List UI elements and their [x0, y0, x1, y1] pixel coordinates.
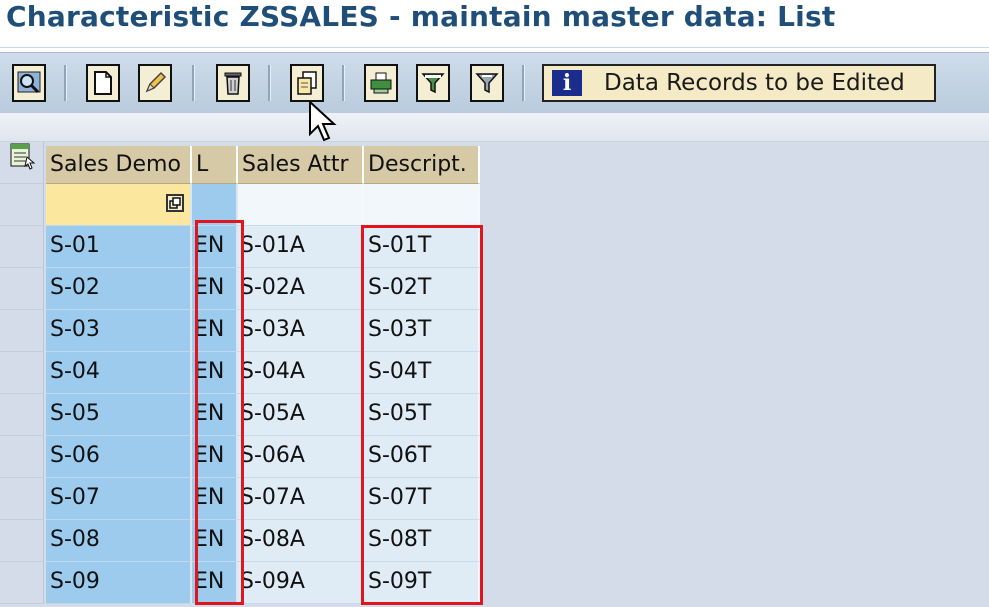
description-cell[interactable]: S-09T: [364, 562, 480, 604]
sales-demo-input[interactable]: [46, 184, 192, 226]
sales-attr-cell[interactable]: S-02A: [238, 268, 364, 310]
value-help-icon[interactable]: [166, 194, 184, 212]
info-icon: i: [552, 70, 582, 96]
language-cell[interactable]: EN: [192, 436, 238, 478]
language-cell[interactable]: EN: [192, 520, 238, 562]
toolbar-separator: [342, 65, 345, 101]
language-cell[interactable]: EN: [192, 310, 238, 352]
sales-attr-cell[interactable]: S-03A: [238, 310, 364, 352]
delete-button[interactable]: [216, 64, 250, 102]
row-selector[interactable]: [0, 436, 44, 478]
sales-demo-cell[interactable]: S-01: [46, 226, 192, 268]
description-cell[interactable]: S-05T: [364, 394, 480, 436]
description-cell[interactable]: S-01T: [364, 226, 480, 268]
row-selector[interactable]: [0, 310, 44, 352]
language-cell[interactable]: EN: [192, 394, 238, 436]
row-selector[interactable]: [0, 184, 44, 226]
search-button[interactable]: [12, 64, 46, 102]
title-divider: [0, 41, 989, 48]
copy-icon: [294, 70, 320, 96]
master-data-table: Sales Demo L Sales Attr Descript. S-01 EN…: [0, 142, 989, 607]
set-filter-button[interactable]: [470, 64, 504, 102]
set-filter-icon: [474, 70, 500, 96]
description-input[interactable]: [364, 184, 480, 226]
column-header-language[interactable]: L: [192, 146, 238, 184]
description-cell[interactable]: S-03T: [364, 310, 480, 352]
filter-icon: [420, 70, 446, 96]
data-records-label: Data Records to be Edited: [604, 70, 905, 96]
sales-demo-cell[interactable]: S-04: [46, 352, 192, 394]
row-selector[interactable]: [0, 562, 44, 604]
sales-demo-cell[interactable]: S-06: [46, 436, 192, 478]
row-selector[interactable]: [0, 352, 44, 394]
toolbar-separator: [64, 65, 67, 101]
language-cell[interactable]: EN: [192, 352, 238, 394]
column-header-description[interactable]: Descript.: [364, 146, 480, 184]
sales-attr-cell[interactable]: S-08A: [238, 520, 364, 562]
language-cell[interactable]: EN: [192, 226, 238, 268]
status-strip: [0, 113, 989, 142]
language-cell[interactable]: EN: [192, 478, 238, 520]
description-cell[interactable]: S-02T: [364, 268, 480, 310]
search-icon: [16, 70, 42, 96]
description-cell[interactable]: S-07T: [364, 478, 480, 520]
toolbar-separator: [268, 65, 271, 101]
column-header-sales-attr[interactable]: Sales Attr: [238, 146, 364, 184]
sales-demo-cell[interactable]: S-05: [46, 394, 192, 436]
print-button[interactable]: [364, 64, 398, 102]
filter-button[interactable]: [416, 64, 450, 102]
sales-attr-cell[interactable]: S-05A: [238, 394, 364, 436]
language-cell[interactable]: EN: [192, 562, 238, 604]
delete-icon: [222, 70, 244, 96]
change-pencil-icon: [142, 70, 168, 96]
mouse-cursor-icon: [308, 99, 338, 150]
create-button[interactable]: [86, 64, 120, 102]
sales-attr-cell[interactable]: S-04A: [238, 352, 364, 394]
sales-demo-cell[interactable]: S-09: [46, 562, 192, 604]
data-records-to-be-edited-button[interactable]: i Data Records to be Edited: [542, 64, 936, 102]
row-selector[interactable]: [0, 394, 44, 436]
row-selector[interactable]: [0, 520, 44, 562]
sales-attr-cell[interactable]: S-07A: [238, 478, 364, 520]
change-button[interactable]: [138, 64, 172, 102]
row-selector[interactable]: [0, 268, 44, 310]
sales-demo-cell[interactable]: S-03: [46, 310, 192, 352]
print-icon: [368, 70, 394, 96]
table-settings-button[interactable]: [0, 142, 44, 184]
sales-demo-cell[interactable]: S-02: [46, 268, 192, 310]
sales-attr-cell[interactable]: S-06A: [238, 436, 364, 478]
sales-demo-cell[interactable]: S-08: [46, 520, 192, 562]
application-toolbar: i Data Records to be Edited: [0, 52, 989, 114]
create-icon: [92, 70, 114, 96]
table-settings-icon: [7, 142, 37, 183]
description-cell[interactable]: S-06T: [364, 436, 480, 478]
row-selector[interactable]: [0, 226, 44, 268]
description-cell[interactable]: S-04T: [364, 352, 480, 394]
toolbar-separator: [192, 65, 195, 101]
language-cell[interactable]: EN: [192, 268, 238, 310]
description-cell[interactable]: S-08T: [364, 520, 480, 562]
language-input[interactable]: [192, 184, 238, 226]
copy-button[interactable]: [290, 64, 324, 102]
sales-demo-cell[interactable]: S-07: [46, 478, 192, 520]
sales-attr-cell[interactable]: S-09A: [238, 562, 364, 604]
page-title: Characteristic ZSSALES - maintain master…: [6, 0, 836, 33]
toolbar-separator: [522, 65, 525, 101]
row-selector[interactable]: [0, 478, 44, 520]
sales-attr-input[interactable]: [238, 184, 364, 226]
sales-attr-cell[interactable]: S-01A: [238, 226, 364, 268]
column-header-sales-demo[interactable]: Sales Demo: [46, 146, 192, 184]
